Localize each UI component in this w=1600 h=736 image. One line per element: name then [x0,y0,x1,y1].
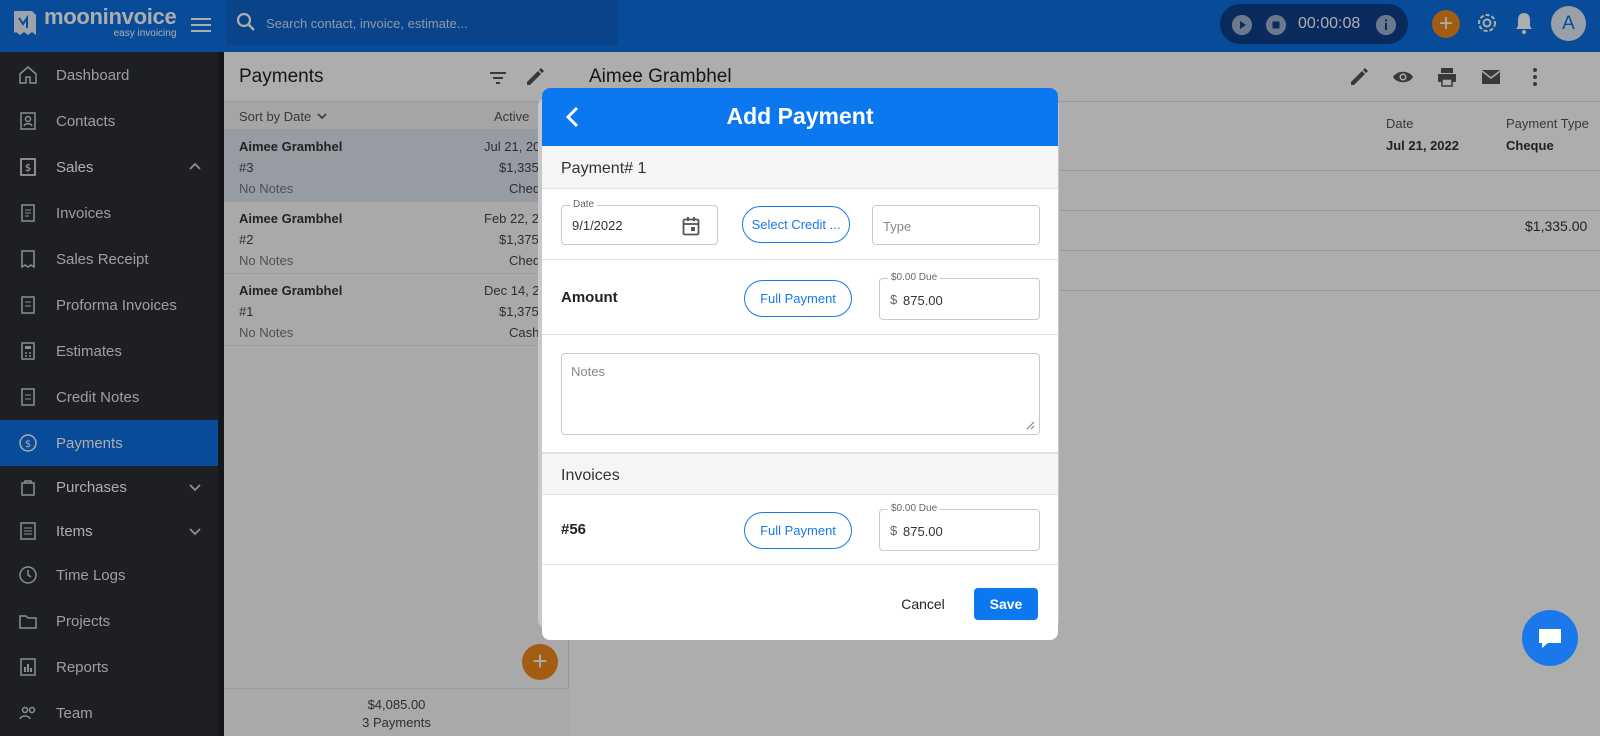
invoices-section-header: Invoices [542,453,1058,495]
amount-field[interactable]: $0.00 Due $ [879,272,1040,320]
notes-input[interactable] [571,364,1029,424]
invoice-due-label: $0.00 Due [888,503,941,514]
date-credit-type-row: Date 9/1/2022 Select Credit ... [542,189,1058,260]
cancel-button[interactable]: Cancel [893,588,953,620]
select-credit-button[interactable]: Select Credit ... [742,206,850,243]
invoice-number: #56 [561,521,587,538]
notes-field[interactable] [561,353,1040,435]
chat-icon [1539,629,1561,648]
currency-symbol: $ [890,292,898,307]
type-input[interactable] [883,217,1031,235]
dialog-title: Add Payment [726,103,874,129]
date-field[interactable]: Date 9/1/2022 [561,199,718,245]
invoice-row: #56 Full Payment $0.00 Due $ [542,495,1058,565]
add-payment-dialog: Add Payment Payment# 1 Date 9/1/2022 Sel… [542,88,1058,640]
notes-row [542,335,1058,453]
amount-row: Amount Full Payment $0.00 Due $ [542,260,1058,335]
full-payment-button[interactable]: Full Payment [744,280,852,317]
chat-support-button[interactable] [1522,610,1578,666]
payment-section-header: Payment# 1 [542,146,1058,189]
invoice-amount-field[interactable]: $0.00 Due $ [879,503,1040,551]
currency-symbol: $ [890,523,898,538]
date-value: 9/1/2022 [572,218,623,233]
amount-label: Amount [561,289,618,306]
amount-due-label: $0.00 Due [888,272,941,283]
resize-handle-icon[interactable] [1025,420,1035,430]
invoices-label: Invoices [561,467,620,484]
invoice-amount-input[interactable] [903,522,1031,540]
amount-input[interactable] [903,291,1031,309]
type-field[interactable] [872,205,1040,245]
dialog-header: Add Payment [542,88,1058,146]
invoice-full-payment-button[interactable]: Full Payment [744,512,852,549]
calendar-icon[interactable] [682,216,700,236]
payment-number-label: Payment# 1 [561,160,647,177]
date-field-label: Date [570,199,598,210]
save-button[interactable]: Save [974,588,1038,620]
